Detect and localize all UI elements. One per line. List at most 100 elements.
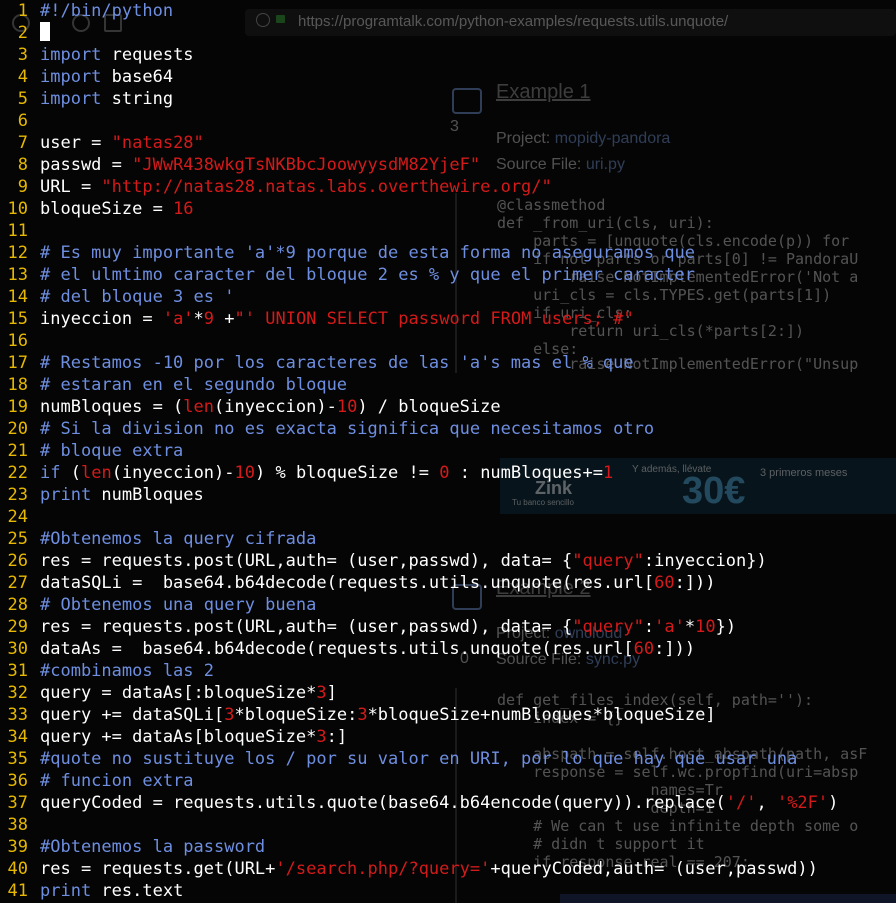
code-line[interactable]: 9 URL = "http://natas28.natas.labs.overth… [0,176,552,198]
code-token: res.text [91,881,184,901]
code-line[interactable]: 20 # Si la division no es exacta signific… [0,418,655,440]
comment-token: # del bloque 3 es ' [40,287,235,307]
line-number: 36 [7,771,28,791]
code-token: :])) [654,639,696,659]
code-token: dataSQLi = base64.b64decode(requests.uti… [40,573,655,593]
number-token: 0 [439,463,450,483]
number-token: 60 [633,639,655,659]
string-token: "http://natas28.natas.labs.overthewire.o… [101,177,552,197]
number-token: 3 [357,705,368,725]
code-line[interactable]: 19 numBloques = (len(inyeccion)-10) / blo… [0,396,501,418]
code-line[interactable]: 27 dataSQLi = base64.b64decode(requests.u… [0,572,716,594]
code-line[interactable]: 38 [0,814,40,836]
code-token: * [193,309,204,329]
code-token: (inyeccion)- [214,397,337,417]
comment-token: #Obtenemos la query cifrada [40,529,317,549]
comment-token: # el ulmtimo caracter del bloque 2 es % … [40,265,696,285]
code-line[interactable]: 8 passwd = "JWwR438wkgTsNKBbcJoowyysdM82Y… [0,154,480,176]
code-token: user = [40,133,112,153]
code-line[interactable]: 29 res = requests.post(URL,auth= (user,pa… [0,616,737,638]
code-token: ( [60,463,81,483]
code-token: numBloques = ( [40,397,184,417]
line-number: 32 [7,683,28,703]
code-line[interactable]: 3 import requests [0,44,194,66]
code-line[interactable]: 30 dataAs = base64.b64decode(requests.uti… [0,638,696,660]
line-number: 35 [7,749,28,769]
line-number: 10 [7,199,28,219]
code-token: dataAs = base64.b64decode(requests.utils… [40,639,634,659]
code-token: URL = [40,177,102,197]
comment-token: # funcion extra [40,771,194,791]
code-token: inyeccion = [40,309,163,329]
code-line[interactable]: 12 # Es muy importante 'a'*9 porque de es… [0,242,696,264]
code-line[interactable]: 37 queryCoded = requests.utils.quote(base… [0,792,839,814]
code-line[interactable]: 10 bloqueSize = 16 [0,198,194,220]
code-line[interactable]: 34 query += dataAs[bloqueSize*3:] [0,726,348,748]
line-number: 33 [7,705,28,725]
code-line[interactable]: 23 print numBloques [0,484,204,506]
code-line[interactable]: 33 query += dataSQLi[3*bloqueSize:3*bloqu… [0,704,716,726]
number-token: 3 [316,727,327,747]
number-token: 9 [203,309,215,329]
code-line[interactable]: 17 # Restamos -10 por los caracteres de l… [0,352,634,374]
code-line[interactable]: 39 #Obtenemos la password [0,836,266,858]
line-number: 19 [7,397,28,417]
code-line[interactable]: 25 #Obtenemos la query cifrada [0,528,317,550]
code-line[interactable]: 4 import base64 [0,66,173,88]
code-line[interactable]: 32 query = dataAs[:bloqueSize*3] [0,682,337,704]
line-number: 17 [7,353,28,373]
code-token: , [756,793,777,813]
code-token: ] [326,683,337,703]
comment-token: #Obtenemos la password [40,837,266,857]
line-number: 37 [7,793,28,813]
line-number: 41 [7,881,28,901]
number-token: 10 [336,397,358,417]
code-token: *bloqueSize: [234,705,358,725]
code-line[interactable]: 5 import string [0,88,173,110]
code-line[interactable]: 15 inyeccion = 'a'*9 +"' UNION SELECT pas… [0,308,634,330]
shebang-token: #!/bin/python [40,1,174,21]
code-token: : [643,617,655,637]
number-token: 10 [234,463,255,483]
string-token: "query" [572,551,644,571]
code-line[interactable]: 22 if (len(inyeccion)-10) % bloqueSize !=… [0,462,614,484]
code-line[interactable]: 36 # funcion extra [0,770,194,792]
code-line[interactable]: 24 [0,506,40,528]
code-line[interactable]: 2 [0,22,50,44]
string-token: "query" [572,617,644,637]
code-token: base64 [101,67,174,87]
code-line[interactable]: 40 res = requests.get(URL+'/search.php/?q… [0,858,818,880]
builtin-token: len [183,397,215,417]
code-line[interactable]: 1 #!/bin/python [0,0,173,22]
code-token: :] [326,727,348,747]
code-line[interactable]: 6 [0,110,40,132]
number-token: 16 [173,199,194,219]
code-line[interactable]: 21 # bloque extra [0,440,184,462]
code-line[interactable]: 13 # el ulmtimo caracter del bloque 2 es … [0,264,696,286]
line-number: 31 [7,661,28,681]
keyword-token: print [40,485,92,505]
comment-token: #combinamos las 2 [40,661,214,681]
number-token: 3 [224,705,235,725]
line-number: 27 [7,573,28,593]
code-line[interactable]: 41 print res.text [0,880,184,902]
code-line[interactable]: 14 # del bloque 3 es ' [0,286,235,308]
line-number: 8 [17,155,28,175]
code-editor[interactable]: 1 #!/bin/python 2 3 import requests 4 import b… [0,0,896,903]
text-cursor [40,22,50,41]
code-line[interactable]: 26 res = requests.post(URL,auth= (user,pa… [0,550,767,572]
code-line[interactable]: 11 [0,220,40,242]
code-line[interactable]: 7 user = "natas28" [0,132,204,154]
string-token: 'a' [162,309,194,329]
line-number: 14 [7,287,28,307]
code-line[interactable]: 16 [0,330,40,352]
code-line[interactable]: 28 # Obtenemos una query buena [0,594,317,616]
code-token: bloqueSize = [40,199,174,219]
line-number: 20 [7,419,28,439]
line-number: 24 [7,507,28,527]
code-line[interactable]: 18 # estaran en el segundo bloque [0,374,348,396]
code-line[interactable]: 35 #quote no sustituye los / por su valor… [0,748,798,770]
line-number: 26 [7,551,28,571]
number-token: 10 [695,617,716,637]
code-line[interactable]: 31 #combinamos las 2 [0,660,214,682]
